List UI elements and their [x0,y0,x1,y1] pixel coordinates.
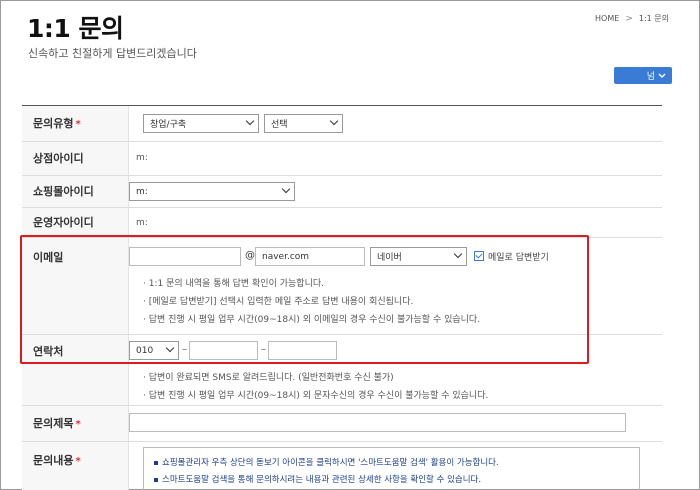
email-reply-checkbox-label[interactable]: 메일로 답변받기 [488,250,549,263]
chevron-down-icon [281,184,291,194]
row-phone: 연락처 010 – – · 답변이 완료되면 SMS로 알려드립니다. (일반전… [22,335,662,406]
email-reply-checkbox[interactable] [474,251,484,261]
breadcrumb-home[interactable]: HOME [595,14,619,23]
store-id-value: m: [136,153,148,163]
content-textarea[interactable]: 쇼핑몰관리자 우측 상단의 돋보기 아이콘을 클릭하시면 '스마트도움말 검색'… [143,447,640,490]
mall-id-select[interactable]: m: [129,182,295,201]
email-hint: · 답변 진행 시 평일 업무 시간(09~18시) 외 이메일의 경우 수신이… [143,315,481,325]
content-notice: 쇼핑몰관리자 우측 상단의 돋보기 아이콘을 클릭하시면 '스마트도움말 검색'… [154,456,639,468]
row-mall-id: 쇼핑몰아이디 m: [22,176,662,208]
operator-id-value: m: [136,218,148,228]
label-store-id: 상점아이디 [22,142,129,175]
label-mall-id: 쇼핑몰아이디 [22,176,129,207]
chevron-down-icon [245,116,255,126]
inquiry-subcategory-select[interactable]: 선택 [264,114,343,133]
label-inquiry-type: 문의유형 * [22,106,129,141]
row-operator-id: 운영자아이디 m: [22,208,662,238]
breadcrumb-current: 1:1 문의 [638,14,669,23]
email-hint: · 1:1 문의 내역을 통해 답변 확인이 가능합니다. [143,279,324,289]
breadcrumb: HOME > 1:1 문의 [595,13,669,24]
user-dropdown-label: 넘 [646,72,655,82]
chevron-down-icon [329,116,339,126]
bullet-square-icon [154,477,158,482]
email-at-sign: @ [245,250,255,261]
email-hint: · [메일로 답변받기] 선택시 입력한 메일 주소로 답변 내용이 회신됩니다… [143,297,414,307]
row-email: 이메일 @ naver.com 네이버 메일로 답변받기 · 1:1 문의 내역… [22,238,662,335]
phone-middle-input[interactable] [189,341,258,360]
checkmark-icon [475,251,483,259]
page-subtitle: 신속하고 친절하게 답변드리겠습니다 [28,47,197,60]
phone-dash: – [261,344,266,355]
label-operator-id: 운영자아이디 [22,208,129,237]
breadcrumb-separator: > [625,13,633,24]
phone-hint: · 답변 진행 시 평일 업무 시간(09~18시) 외 문자수신의 경우 수신… [143,391,489,401]
bullet-square-icon [154,460,158,465]
email-domain-input[interactable]: naver.com [255,247,365,266]
label-content: 문의내용 * [22,442,129,490]
label-subject: 문의제목 * [22,406,129,441]
email-provider-select[interactable]: 네이버 [370,247,467,266]
row-inquiry-type: 문의유형 * 창업/구축 선택 [22,106,662,142]
subject-input[interactable] [129,413,626,432]
phone-hint: · 답변이 완료되면 SMS로 알려드립니다. (일반전화번호 수신 불가) [143,373,394,383]
email-local-input[interactable] [129,247,241,266]
label-email: 이메일 [22,238,129,334]
row-subject: 문의제목 * [22,406,662,442]
row-store-id: 상점아이디 m: [22,142,662,176]
label-phone: 연락처 [22,335,129,405]
chevron-down-icon [658,73,666,78]
page-title: 1:1 문의 [27,14,124,43]
chevron-down-icon [453,249,463,259]
content-notice: 스마트도움말 검색을 통해 문의하시려는 내용과 관련된 상세한 사항을 확인할… [154,473,639,485]
inquiry-category-select[interactable]: 창업/구축 [143,114,259,133]
inquiry-form: 문의유형 * 창업/구축 선택 상점아이디 m: 쇼핑몰아이디 m: 운영자아이디… [22,105,662,490]
chevron-down-icon [165,343,175,353]
phone-dash: – [182,344,187,355]
user-dropdown-button[interactable]: 넘 [614,67,672,84]
phone-last-input[interactable] [268,341,337,360]
phone-prefix-select[interactable]: 010 [129,341,179,360]
